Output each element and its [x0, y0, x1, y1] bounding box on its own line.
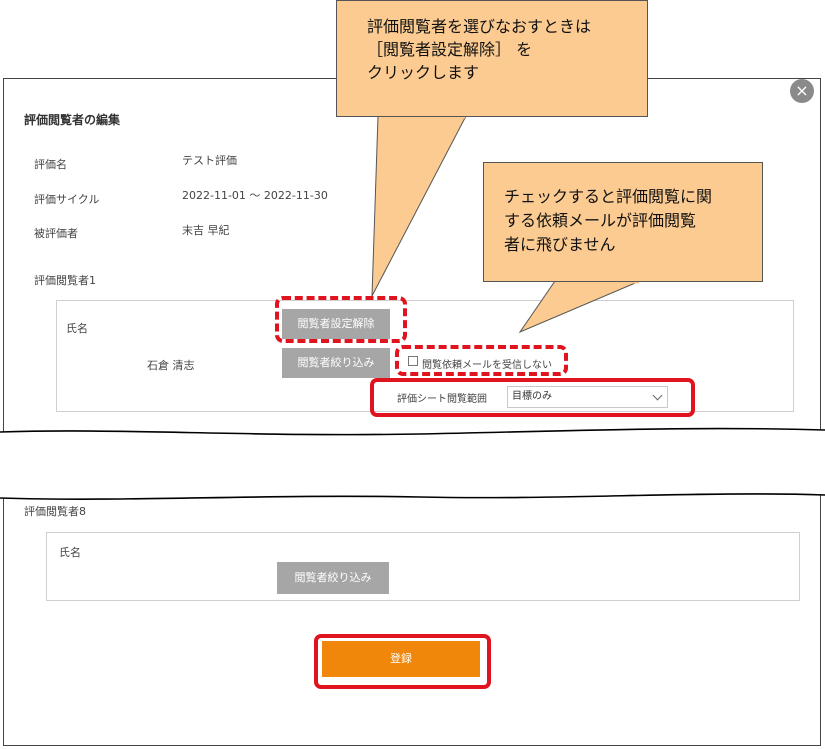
callout-release: 評価閲覧者を選びなおすときは ［閲覧者設定解除］ を クリックします — [336, 0, 648, 117]
release-button-highlight — [275, 296, 407, 343]
range-highlight — [370, 378, 695, 417]
evaluatee-value: 末吉 早紀 — [182, 224, 230, 237]
viewer1-name-label: 氏名 — [66, 322, 88, 335]
viewer1-filter-button[interactable]: 閲覧者絞り込み — [282, 348, 390, 378]
close-icon[interactable]: × — [790, 79, 814, 103]
viewer8-heading: 評価閲覧者8 — [24, 505, 86, 518]
callout-no-mail-line1: チェックすると評価閲覧に関 — [504, 187, 713, 206]
callout-release-line3: クリックします — [367, 63, 480, 82]
torn-separator — [0, 427, 825, 500]
cycle-value: 2022-11-01 ～ 2022-11-30 — [182, 189, 328, 202]
callout-release-line1: 評価閲覧者を選びなおすときは — [367, 17, 592, 36]
viewer8-filter-button[interactable]: 閲覧者絞り込み — [277, 562, 389, 594]
eval-name-value: テスト評価 — [182, 154, 237, 167]
register-highlight — [314, 634, 491, 689]
viewer1-name-value: 石倉 清志 — [147, 359, 195, 372]
callout-no-mail-line3: 者に飛びません — [504, 235, 616, 254]
cycle-label: 評価サイクル — [34, 193, 100, 206]
callout-no-mail-line2: する依頼メールが評価閲覧 — [504, 211, 697, 230]
viewer8-section — [46, 532, 800, 601]
callout-release-line2: ［閲覧者設定解除］ を — [367, 40, 533, 59]
eval-name-label: 評価名 — [34, 158, 67, 171]
viewer1-heading: 評価閲覧者1 — [34, 274, 96, 287]
callout-no-mail: チェックすると評価閲覧に関 する依頼メールが評価閲覧 者に飛びません — [483, 162, 763, 282]
viewer8-name-label: 氏名 — [59, 546, 81, 559]
modal-title: 評価閲覧者の編集 — [24, 113, 121, 127]
evaluatee-label: 被評価者 — [34, 227, 78, 240]
no-mail-highlight — [395, 345, 568, 376]
